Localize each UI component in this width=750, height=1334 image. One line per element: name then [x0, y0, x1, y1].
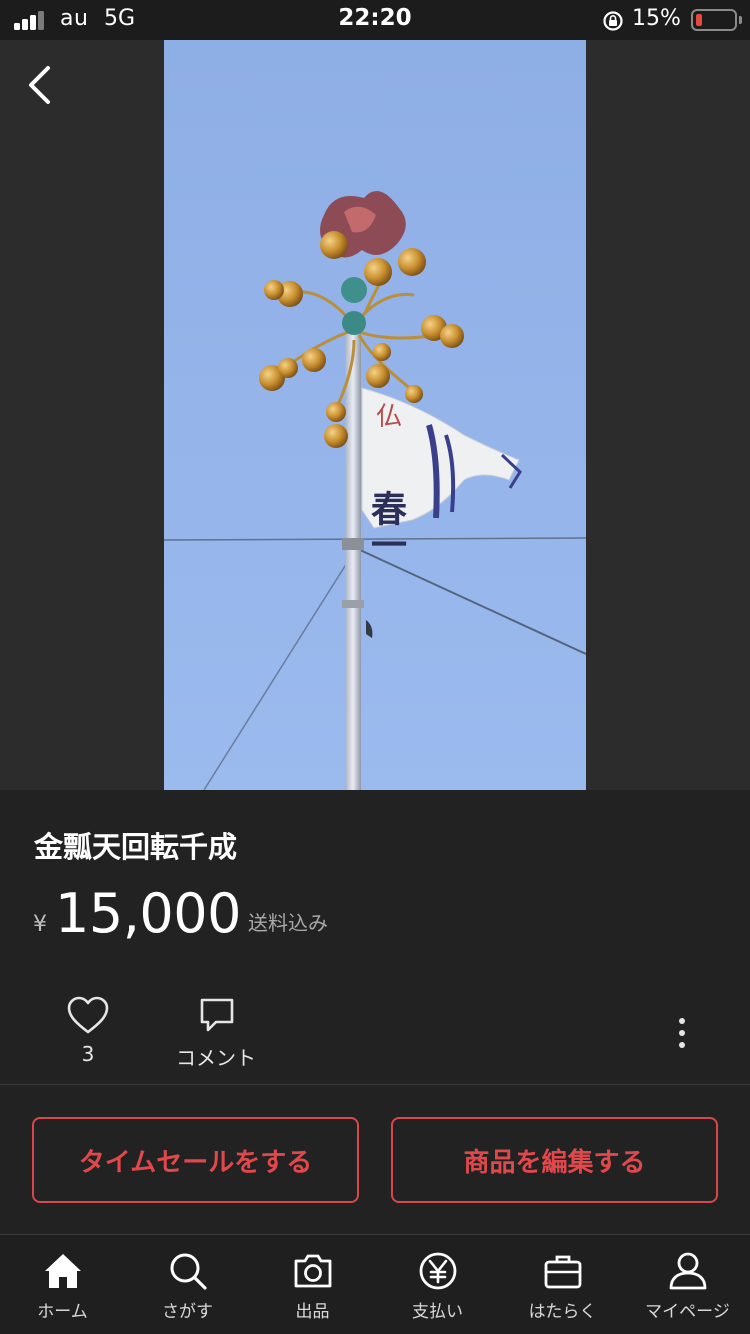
flag-main-text: 春一 — [365, 490, 407, 562]
tab-sell[interactable]: 出品 — [250, 1235, 375, 1334]
tab-payment[interactable]: 支払い — [375, 1235, 500, 1334]
tab-label: 出品 — [295, 1302, 330, 1322]
tab-label: マイページ — [645, 1302, 730, 1322]
camera-icon — [294, 1254, 332, 1288]
tab-label: 支払い — [412, 1302, 463, 1322]
yen-icon — [419, 1252, 457, 1290]
tab-work[interactable]: はたらく — [500, 1235, 625, 1334]
comment-label: コメント — [176, 1046, 256, 1070]
briefcase-icon — [544, 1255, 582, 1289]
like-count: 3 — [81, 1042, 95, 1066]
comment-button[interactable]: コメント — [168, 996, 264, 1070]
like-button[interactable]: 3 — [58, 996, 118, 1070]
more-vertical-icon — [679, 1018, 685, 1024]
time-sale-button[interactable]: タイムセールをする — [32, 1117, 359, 1203]
tab-label: さがす — [162, 1302, 213, 1322]
status-bar: au 5G 22:20 15% — [0, 0, 750, 40]
edit-item-button[interactable]: 商品を編集する — [391, 1117, 718, 1203]
heart-icon — [67, 996, 109, 1034]
bottom-tab-bar: ホーム さがす 出品 支払い はたらく マイページ — [0, 1234, 750, 1334]
tab-home[interactable]: ホーム — [0, 1235, 125, 1334]
item-title: 金瓢天回転千成 — [34, 830, 238, 864]
person-icon — [669, 1252, 707, 1290]
currency-symbol: ¥ — [33, 912, 47, 937]
tab-search[interactable]: さがす — [125, 1235, 250, 1334]
tab-label: はたらく — [528, 1302, 597, 1322]
divider — [0, 1084, 750, 1085]
item-photo[interactable]: 仏 春一 — [164, 40, 586, 790]
battery-percentage: 15% — [632, 6, 681, 31]
back-button[interactable] — [22, 62, 58, 108]
comment-icon — [200, 998, 234, 1032]
home-icon — [45, 1254, 81, 1288]
tab-mypage[interactable]: マイページ — [625, 1235, 750, 1334]
shipping-info: 送料込み — [248, 911, 328, 935]
flag-mark-text: 仏 — [376, 402, 402, 432]
tab-label: ホーム — [37, 1302, 88, 1322]
rotation-lock-icon — [603, 11, 623, 31]
item-price: 15,000 — [55, 882, 241, 945]
item-detail-screen: au 5G 22:20 15% 仏 春一 金瓢天回転千成 ¥ 15,000 送料… — [0, 0, 750, 1334]
search-icon — [170, 1253, 207, 1290]
more-options-button[interactable] — [668, 1016, 696, 1050]
battery-icon — [691, 9, 737, 31]
chevron-left-icon — [29, 66, 50, 104]
